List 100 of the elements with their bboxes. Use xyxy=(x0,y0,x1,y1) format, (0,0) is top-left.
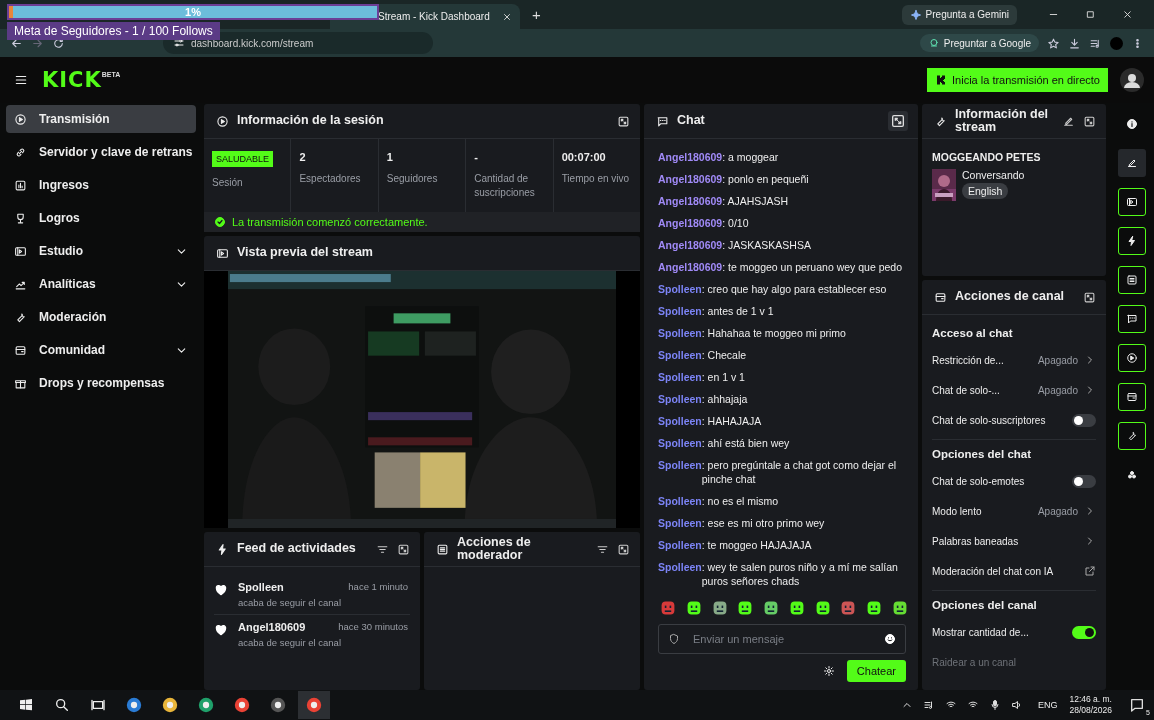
record-app-icon[interactable] xyxy=(269,696,287,714)
download-icon[interactable] xyxy=(1068,36,1081,50)
rail-button[interactable] xyxy=(1118,305,1146,333)
emote-icon[interactable] xyxy=(737,600,754,616)
browser-app-icon[interactable] xyxy=(197,696,215,714)
setting-label[interactable]: Moderación del chat con IA xyxy=(932,565,1054,577)
chat-username[interactable]: Spolleen xyxy=(658,348,702,362)
expand-icon[interactable] xyxy=(888,111,908,131)
sidebar-item[interactable]: Estudio xyxy=(6,237,196,265)
menu-icon[interactable] xyxy=(14,73,28,87)
follower-name[interactable]: Angel180609 xyxy=(238,621,306,633)
expand-icon[interactable] xyxy=(617,542,630,556)
external-link-icon[interactable] xyxy=(1084,565,1096,577)
emote-icon[interactable] xyxy=(788,600,805,616)
gemini-button[interactable]: Pregunta a Gemini xyxy=(901,4,1017,25)
emote-icon[interactable] xyxy=(814,600,831,616)
chat-username[interactable]: Spolleen xyxy=(658,458,702,472)
emote-icon[interactable] xyxy=(763,600,780,616)
panel-title: Acciones de moderador xyxy=(457,535,532,563)
maximize-icon[interactable] xyxy=(1085,9,1096,20)
chat-username[interactable]: Spolleen xyxy=(658,326,702,340)
expand-icon[interactable] xyxy=(617,114,630,128)
emote-icon[interactable] xyxy=(891,600,908,616)
volume-icon[interactable] xyxy=(1010,699,1023,711)
rail-button[interactable] xyxy=(1118,422,1146,450)
settings-icon[interactable] xyxy=(822,665,835,677)
close-icon[interactable] xyxy=(502,11,512,22)
url-text: dashboard.kick.com/stream xyxy=(191,37,314,49)
chat-send-button[interactable]: Chatear xyxy=(846,660,906,682)
lens-icon xyxy=(927,37,940,49)
chat-message-text: : te moggeo un peruano wey que pedo xyxy=(722,260,904,274)
setting-label[interactable]: Palabras baneadas xyxy=(932,535,1019,547)
chat-username[interactable]: Spolleen xyxy=(658,370,702,384)
mail-app-icon[interactable] xyxy=(125,696,143,714)
link-icon xyxy=(14,145,27,159)
chat-username[interactable]: Spolleen xyxy=(658,392,702,406)
chat-username[interactable]: Spolleen xyxy=(658,516,702,530)
sidebar-item[interactable]: Analíticas xyxy=(6,270,196,298)
setting-label[interactable]: Mostrar cantidad de... xyxy=(932,626,1029,638)
chat-username[interactable]: Spolleen xyxy=(658,304,702,318)
chat-message-text: : a moggear xyxy=(722,150,780,164)
search-icon[interactable] xyxy=(54,697,70,713)
chat-username[interactable]: Spolleen xyxy=(658,282,702,296)
card-icon xyxy=(14,343,27,357)
rail-button[interactable] xyxy=(1118,227,1146,255)
notifications-icon[interactable] xyxy=(1129,697,1145,713)
expand-icon[interactable] xyxy=(1083,290,1096,304)
panel-title: Información del stream xyxy=(955,107,1050,135)
play-circle-icon xyxy=(216,114,229,128)
go-live-button[interactable]: Inicia la transmisión en directo xyxy=(927,68,1108,92)
sidebar-item[interactable]: Drops y recompensas xyxy=(6,369,196,397)
chat-username[interactable]: Spolleen xyxy=(658,494,702,508)
toggle-switch[interactable] xyxy=(1072,413,1096,427)
sidebar-item[interactable]: Transmisión xyxy=(6,105,196,133)
emote-icon[interactable] xyxy=(711,600,728,616)
browser-app-icon[interactable] xyxy=(305,696,323,714)
task-view-icon[interactable] xyxy=(90,697,106,713)
list-icon xyxy=(1126,274,1138,286)
sidebar-item[interactable]: Comunidad xyxy=(6,336,196,364)
rail-button[interactable] xyxy=(1118,149,1146,177)
setting-label[interactable]: Chat de solo-... xyxy=(932,384,1000,396)
close-icon[interactable] xyxy=(1122,9,1133,20)
user-avatar[interactable] xyxy=(1120,68,1144,92)
toggle-switch[interactable] xyxy=(1072,474,1096,488)
bookmark-star-icon[interactable] xyxy=(1047,36,1060,50)
setting-label[interactable]: Restricción de... xyxy=(932,354,1004,366)
message-input[interactable]: Enviar un mensaje xyxy=(658,624,906,654)
clock[interactable]: 12:46 a. m. 28/08/2026 xyxy=(1069,694,1112,716)
kick-logo[interactable]: KICK xyxy=(42,68,102,92)
setting-label[interactable]: Chat de solo-suscriptores xyxy=(932,414,1046,426)
emoji-icon[interactable] xyxy=(884,633,896,645)
setting-label[interactable]: Modo lento xyxy=(932,505,982,517)
follower-name[interactable]: Spolleen xyxy=(238,581,284,593)
sidebar-item[interactable]: Ingresos xyxy=(6,171,196,199)
language-indicator[interactable]: ENG xyxy=(1037,700,1058,710)
rail-button[interactable] xyxy=(1118,188,1146,216)
emote-icon[interactable] xyxy=(685,600,702,616)
stat-value: 2 xyxy=(299,151,307,163)
chat-username[interactable]: Spolleen xyxy=(658,414,702,428)
chat-username[interactable]: Spolleen xyxy=(658,436,702,450)
chat-username[interactable]: Spolleen xyxy=(658,538,702,552)
rail-button[interactable] xyxy=(1118,383,1146,411)
start-icon[interactable] xyxy=(18,697,34,713)
sidebar-item[interactable]: Moderación xyxy=(6,303,196,331)
browser-app-icon[interactable] xyxy=(233,696,251,714)
microphone-icon[interactable] xyxy=(988,699,1001,711)
new-tab-button[interactable]: + xyxy=(532,6,541,23)
folder-app-icon[interactable] xyxy=(161,696,179,714)
chat-username[interactable]: Spolleen xyxy=(658,560,702,574)
ask-google-button[interactable]: Preguntar a Google xyxy=(919,34,1039,52)
sidebar-item[interactable]: Servidor y clave de retrans xyxy=(6,138,196,166)
setting-label[interactable]: Chat de solo-emotes xyxy=(932,475,1025,487)
rail-button[interactable] xyxy=(1118,266,1146,294)
rail-button[interactable] xyxy=(1118,344,1146,372)
toggle-switch[interactable] xyxy=(1072,625,1096,639)
category-name[interactable]: Conversando xyxy=(962,169,1025,181)
sidebar-item[interactable]: Logros xyxy=(6,204,196,232)
emote-icon[interactable] xyxy=(866,600,883,616)
expand-icon[interactable] xyxy=(1083,114,1096,128)
expand-icon[interactable] xyxy=(397,542,410,556)
